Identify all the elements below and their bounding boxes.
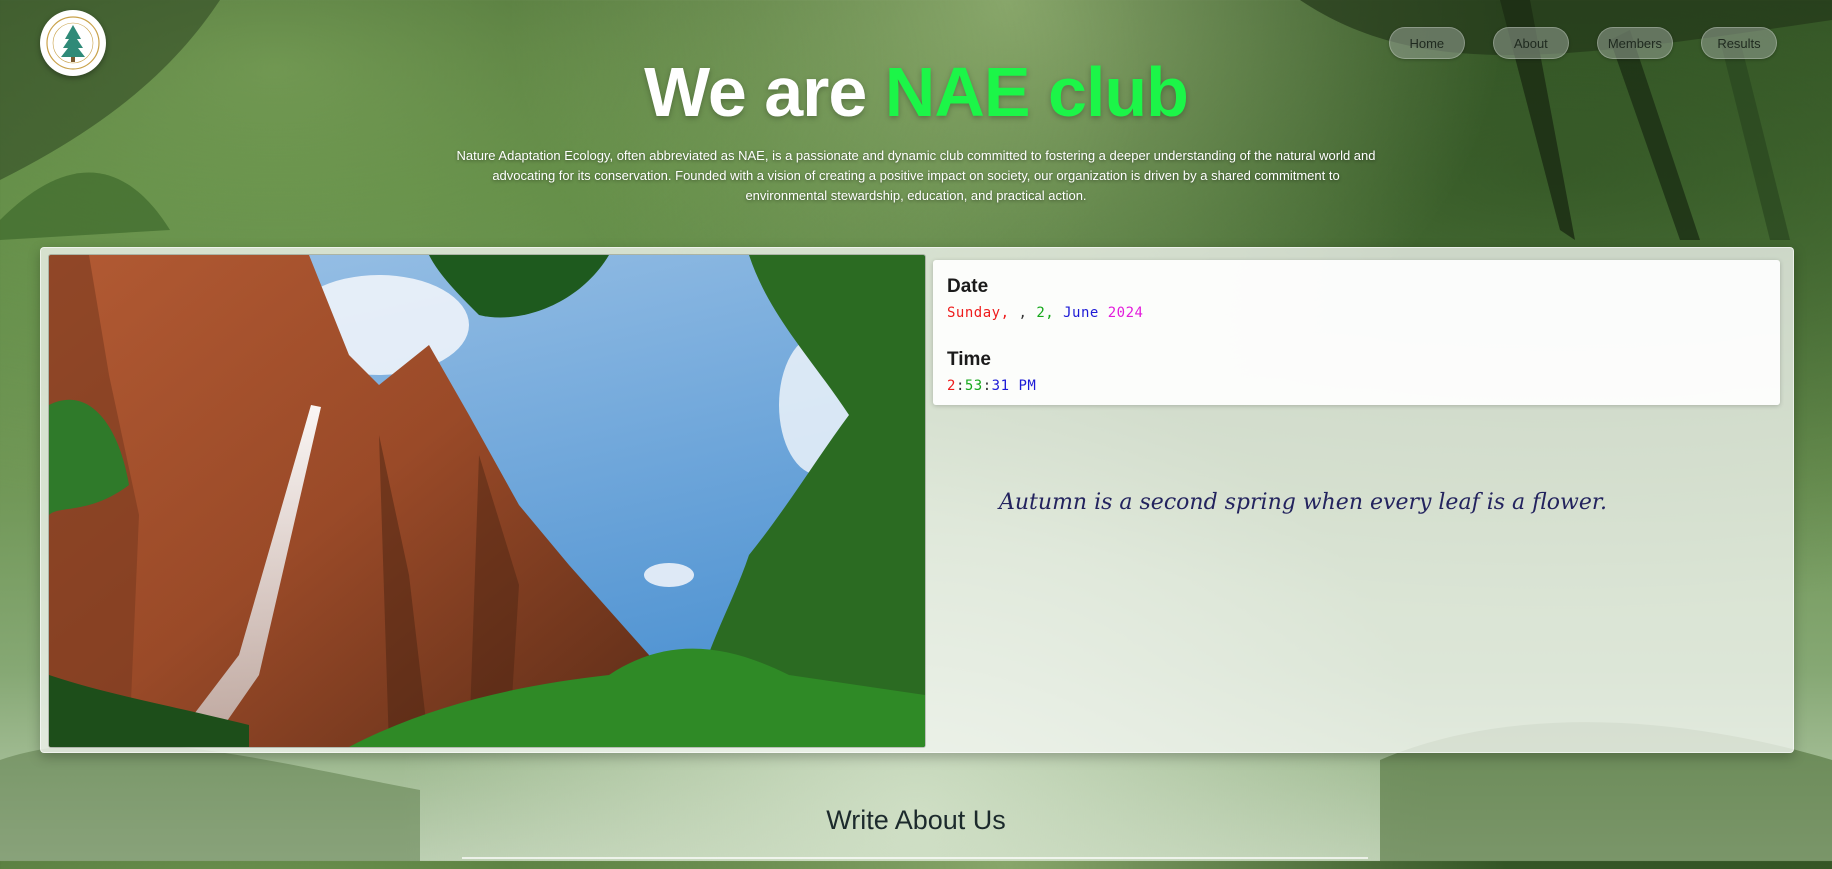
time-ampm: PM xyxy=(1009,378,1037,394)
canyon-waterfall-photo xyxy=(48,254,926,748)
time-colon-1: : xyxy=(955,378,965,394)
hero-description: Nature Adaptation Ecology, often abbrevi… xyxy=(456,148,1376,203)
feature-panel: Date Sunday, , 2, June 2024 Time 2:53:31… xyxy=(40,247,1794,753)
time-hour: 2 xyxy=(947,378,956,394)
hero-title-accent: NAE club xyxy=(884,53,1189,131)
date-year: 2024 xyxy=(1107,305,1144,321)
date-separator: , xyxy=(1009,305,1037,321)
write-about-us-heading: Write About Us xyxy=(826,805,1006,835)
time-colon-2: : xyxy=(982,378,992,394)
nature-quote: Autumn is a second spring when every lea… xyxy=(999,490,1607,515)
hero-title: We are NAE club xyxy=(0,52,1832,132)
date-value: Sunday, , 2, June 2024 xyxy=(947,305,1143,321)
hero-title-prefix: We are xyxy=(644,53,885,131)
date-time-card: Date Sunday, , 2, June 2024 Time 2:53:31… xyxy=(933,260,1780,405)
time-value: 2:53:31 PM xyxy=(947,378,1036,394)
time-label: Time xyxy=(947,349,992,370)
date-day: 2, xyxy=(1036,305,1055,321)
canyon-waterfall-image xyxy=(49,255,925,747)
date-label: Date xyxy=(947,276,989,297)
time-second: 31 xyxy=(991,378,1010,394)
time-minute: 53 xyxy=(964,378,983,394)
date-weekday: Sunday, xyxy=(947,305,1010,321)
write-about-us-form-edge xyxy=(462,857,1368,869)
date-month: June xyxy=(1054,305,1108,321)
